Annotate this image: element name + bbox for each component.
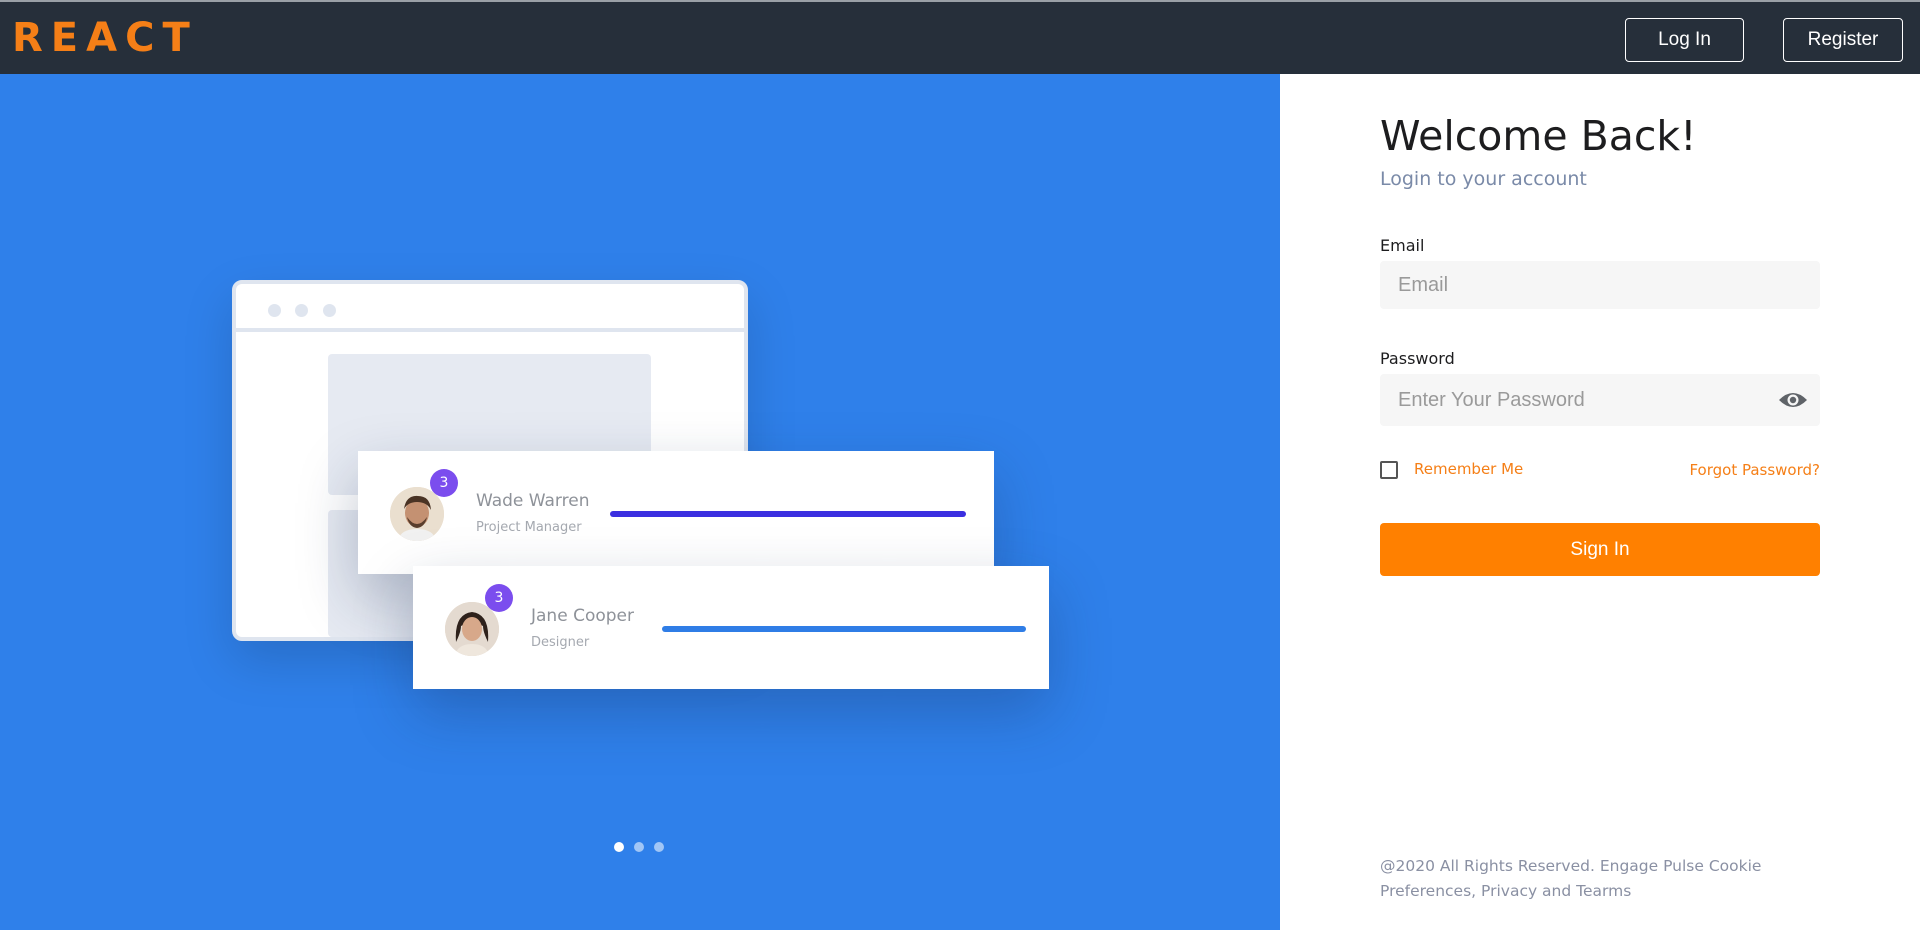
nav-register-button[interactable]: Register xyxy=(1783,18,1903,62)
avatar xyxy=(445,602,499,656)
page-subtitle: Login to your account xyxy=(1380,168,1587,190)
carousel-dot-1[interactable] xyxy=(614,842,624,852)
avatar-man-icon xyxy=(390,487,444,541)
page-title: Welcome Back! xyxy=(1380,112,1697,160)
window-dot xyxy=(323,304,336,317)
password-field[interactable] xyxy=(1380,374,1820,426)
user-card-jane: 3 Jane Cooper Designer xyxy=(413,566,1049,689)
eye-icon[interactable] xyxy=(1778,390,1808,410)
window-dot xyxy=(295,304,308,317)
carousel-indicators xyxy=(614,842,668,854)
avatar xyxy=(390,487,444,541)
carousel-dot-3[interactable] xyxy=(654,842,664,852)
remember-me-checkbox[interactable] xyxy=(1380,461,1398,479)
login-panel: Welcome Back! Login to your account Emai… xyxy=(1280,74,1920,930)
forgot-password-link[interactable]: Forgot Password? xyxy=(1689,461,1820,479)
person-role: Project Manager xyxy=(476,520,582,535)
sign-in-button[interactable]: Sign In xyxy=(1380,523,1820,576)
notification-badge: 3 xyxy=(485,584,513,612)
remember-me-label[interactable]: Remember Me xyxy=(1414,460,1523,478)
email-label: Email xyxy=(1380,236,1425,255)
notification-badge: 3 xyxy=(430,469,458,497)
top-navbar: REACT Log In Register xyxy=(0,0,1920,74)
hero-illustration-panel: 3 Wade Warren Project Manager 3 Jane Coo… xyxy=(0,74,1280,930)
person-role: Designer xyxy=(531,635,590,650)
user-card-wade: 3 Wade Warren Project Manager xyxy=(358,451,994,574)
window-dot xyxy=(268,304,281,317)
progress-bar xyxy=(610,511,966,517)
nav-login-button[interactable]: Log In xyxy=(1625,18,1744,62)
avatar-woman-icon xyxy=(445,602,499,656)
email-field[interactable] xyxy=(1380,261,1820,309)
person-name: Jane Cooper xyxy=(531,606,634,626)
footer-text: @2020 All Rights Reserved. Engage Pulse … xyxy=(1380,857,1762,900)
password-label: Password xyxy=(1380,349,1455,368)
brand-logo[interactable]: REACT xyxy=(12,18,198,58)
person-name: Wade Warren xyxy=(476,491,590,511)
browser-title-bar xyxy=(236,284,744,332)
carousel-dot-2[interactable] xyxy=(634,842,644,852)
progress-bar xyxy=(662,626,1026,632)
